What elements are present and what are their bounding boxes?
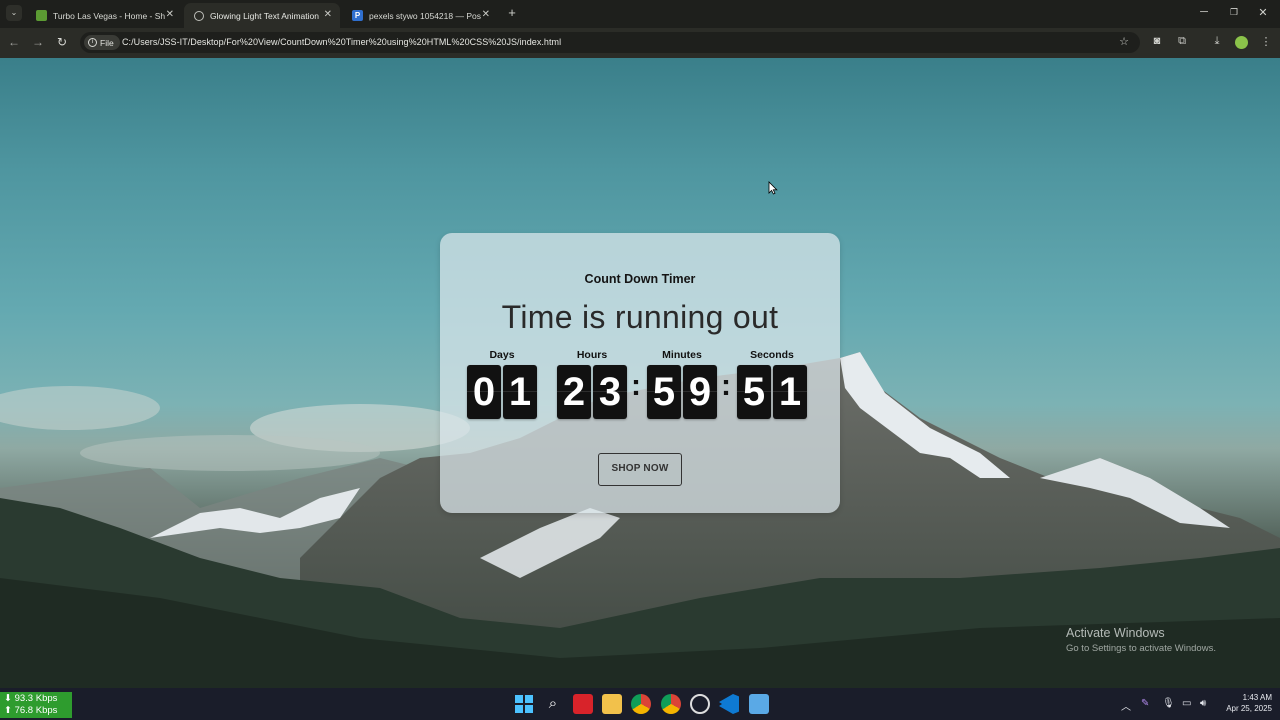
upload-speed: ⬆ 76.8 Kbps [4,705,58,716]
tab-title: Turbo Las Vegas - Home - Shop [53,10,165,21]
tab-strip: ⌄ Turbo Las Vegas - Home - Shop ✕ Glowin… [0,0,1280,28]
tab-title: Glowing Light Text Animation E [210,10,322,21]
countdown-card: Count Down Timer Time is running out Day… [440,233,840,513]
microphone-icon[interactable]: 🎙︎ [1162,698,1175,709]
minutes-digit-2: 9 [683,365,717,419]
close-window-icon[interactable]: ✕ [1256,6,1270,19]
days-label: Days [489,349,515,361]
new-tab-button[interactable]: + [505,5,519,20]
file-explorer-icon[interactable] [602,694,622,714]
screen-recorder-icon[interactable] [573,694,593,714]
mouse-cursor-icon [768,181,778,195]
forward-icon[interactable]: → [30,35,46,49]
url-text[interactable]: C:/Users/JSS-IT/Desktop/For%20View/Count… [122,37,561,47]
hours-digit-2: 3 [593,365,627,419]
profile-avatar[interactable] [1235,36,1248,49]
postimages-icon: P [352,10,363,21]
seconds-label: Seconds [750,349,794,361]
chrome-profile-icon[interactable] [661,694,681,714]
extensions-icon[interactable]: ⧉ [1175,35,1189,48]
minutes-digit-1: 5 [647,365,681,419]
days-digit-2: 1 [503,365,537,419]
bookmark-star-icon[interactable]: ☆ [1117,35,1131,48]
minutes-label: Minutes [662,349,702,361]
tab-turbo-las-vegas[interactable]: Turbo Las Vegas - Home - Shop ✕ [26,3,182,28]
separator-colon: : [721,369,731,402]
clock-date[interactable]: Apr 25, 2025 [1218,704,1272,713]
chrome-icon[interactable] [631,694,651,714]
tab-pexels[interactable]: P pexels stywo 1054218 — Postim ✕ [342,3,498,28]
card-title: Count Down Timer [584,272,696,286]
seconds-digit-2: 1 [773,365,807,419]
network-speed-widget: ⬇ 93.3 Kbps ⬆ 76.8 Kbps [0,692,72,718]
file-label: File [100,37,114,48]
search-icon[interactable]: ⌕ [543,694,563,714]
tray-chevron-icon[interactable]: ︿ [1121,698,1131,713]
volume-icon[interactable]: 🔊︎ [1200,698,1206,709]
obs-icon[interactable] [690,694,710,714]
card-headline: Time is running out [501,299,779,335]
display-icon[interactable]: ▭ [1182,698,1191,709]
activate-windows-heading: Activate Windows [1066,626,1165,640]
tab-search-button[interactable]: ⌄ [6,5,22,21]
screenshot-icon[interactable]: ◙ [1150,35,1164,47]
restore-icon[interactable]: ❐ [1227,7,1241,18]
download-icon[interactable]: ⤓ [1210,35,1224,48]
info-icon: i [88,38,97,47]
shop-now-button[interactable]: SHOP NOW [598,453,682,486]
back-icon[interactable]: ← [6,35,22,49]
globe-icon [194,10,204,21]
windows-start-icon[interactable] [514,694,534,714]
separator-colon: : [631,369,641,402]
clock-time[interactable]: 1:43 AM [1230,693,1272,702]
minimize-icon[interactable]: ─ [1197,6,1211,18]
download-speed: ⬇ 93.3 Kbps [4,693,58,704]
reload-icon[interactable]: ↻ [54,35,70,49]
shopify-icon [36,10,47,21]
days-digit-1: 0 [467,365,501,419]
close-icon[interactable]: ✕ [482,9,490,20]
tab-title: pexels stywo 1054218 — Postim [369,10,481,21]
activate-windows-subtext: Go to Settings to activate Windows. [1066,643,1216,654]
seconds-digit-1: 5 [737,365,771,419]
pen-icon[interactable]: ✎ [1141,698,1149,709]
hours-digit-1: 2 [557,365,591,419]
menu-kebab-icon[interactable]: ⋮ [1259,35,1273,48]
tab-glowing-light[interactable]: Glowing Light Text Animation E ✕ [184,3,340,28]
close-icon[interactable]: ✕ [166,9,174,20]
notepad-icon[interactable] [749,694,769,714]
site-info-chip[interactable]: i File [84,35,120,50]
hours-label: Hours [576,349,608,361]
close-icon[interactable]: ✕ [324,9,332,20]
